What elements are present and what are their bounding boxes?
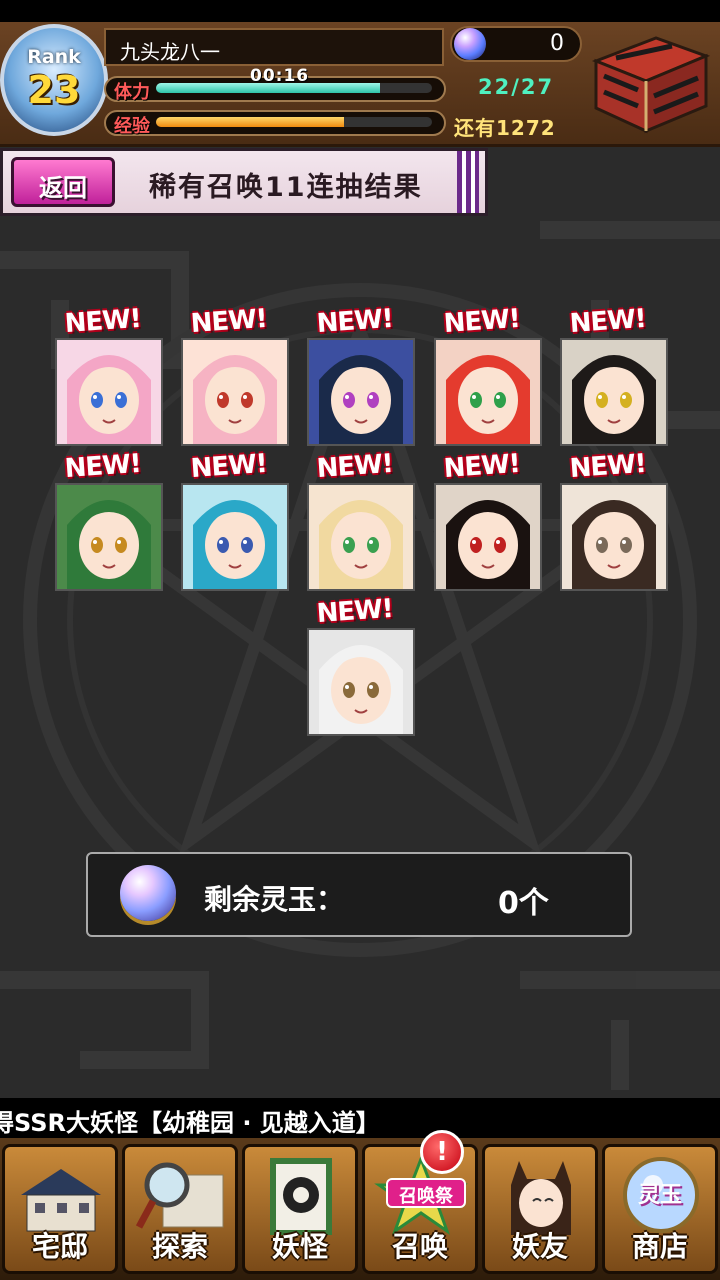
character-portrait-icon — [436, 485, 540, 589]
alert-badge: ! — [420, 1130, 464, 1174]
nav-label: 妖怪 — [271, 1230, 328, 1263]
alert-mark: ! — [436, 1137, 448, 1167]
character-portrait-icon — [562, 485, 666, 589]
summon-festival-text: 召唤祭 — [399, 1186, 453, 1207]
remaining-value: 0个 — [498, 886, 549, 921]
new-tag: NEW! — [442, 448, 521, 485]
remaining-jade-panel: 剩余灵玉： 0个 — [86, 852, 632, 937]
character-portrait-icon — [562, 340, 666, 444]
remaining-label: 剩余灵玉： — [204, 883, 345, 916]
news-ticker: 得SSR大妖怪【幼稚园 · 见越入道】 — [0, 1098, 720, 1138]
spirit-jade-icon — [120, 865, 176, 921]
nav-label: 召唤 — [391, 1230, 448, 1263]
character-portrait-icon — [309, 340, 413, 444]
nav-button-5[interactable]: 灵玉 商店 — [602, 1144, 718, 1274]
result-card-blonde-flower-girl[interactable] — [307, 483, 415, 591]
new-tag: NEW! — [568, 303, 647, 340]
result-card-black-hair-red-eyes[interactable] — [434, 483, 542, 591]
result-card-bob-hair-candy-girl[interactable] — [560, 483, 668, 591]
nav-label: 妖友 — [511, 1230, 568, 1263]
character-portrait-icon — [309, 485, 413, 589]
nav-label: 探索 — [151, 1230, 208, 1263]
scroll-icon — [270, 1158, 332, 1235]
bottom-navigation: 宅邸 探索 妖怪 召唤 妖友 灵玉商店 — [0, 1138, 720, 1280]
shop-orb-label: 灵玉 — [637, 1183, 682, 1208]
new-tag: NEW! — [63, 303, 142, 340]
magnifier-map-icon — [135, 1162, 224, 1229]
character-portrait-icon — [57, 485, 161, 589]
result-card-red-hair-winged-girl[interactable] — [434, 338, 542, 446]
new-tag: NEW! — [63, 448, 142, 485]
new-tag: NEW! — [442, 303, 521, 340]
status-bar — [0, 0, 720, 22]
new-tag: NEW! — [568, 448, 647, 485]
new-tag: NEW! — [315, 303, 394, 340]
character-portrait-icon — [57, 340, 161, 444]
house-icon — [21, 1169, 101, 1232]
nav-button-0[interactable]: 宅邸 — [2, 1144, 118, 1274]
new-tag: NEW! — [315, 593, 394, 630]
character-portrait-icon — [183, 485, 287, 589]
nav-button-2[interactable]: 妖怪 — [242, 1144, 358, 1274]
result-card-green-hair-boy[interactable] — [55, 483, 163, 591]
result-card-pink-hair-girl[interactable] — [55, 338, 163, 446]
character-portrait-icon — [436, 340, 540, 444]
nav-label: 宅邸 — [31, 1230, 88, 1263]
result-card-blue-hair-girl[interactable] — [181, 483, 289, 591]
result-card-black-hair-yellow-eyes[interactable] — [560, 338, 668, 446]
new-tag: NEW! — [315, 448, 394, 485]
nav-button-4[interactable]: 妖友 — [482, 1144, 598, 1274]
character-portrait-icon — [183, 340, 287, 444]
result-card-long-black-hair-ghost[interactable] — [307, 338, 415, 446]
catgirl-friend-icon — [511, 1161, 571, 1235]
new-tag: NEW! — [189, 448, 268, 485]
summon-festival-tag: 召唤祭 — [386, 1178, 466, 1208]
result-card-pink-hair-smiling-girl[interactable] — [181, 338, 289, 446]
nav-label: 商店 — [631, 1230, 688, 1263]
new-tag: NEW! — [189, 303, 268, 340]
ticker-text: 得SSR大妖怪【幼稚园 · 见越入道】 — [0, 1109, 380, 1137]
character-portrait-icon — [309, 630, 413, 734]
result-card-white-hood-girl[interactable] — [307, 628, 415, 736]
nav-button-1[interactable]: 探索 — [122, 1144, 238, 1274]
summon-results-grid: NEW! NEW! NEW! NEW! NEW! NEW! NEW! NEW! NEW! NEW!… — [0, 0, 720, 1280]
